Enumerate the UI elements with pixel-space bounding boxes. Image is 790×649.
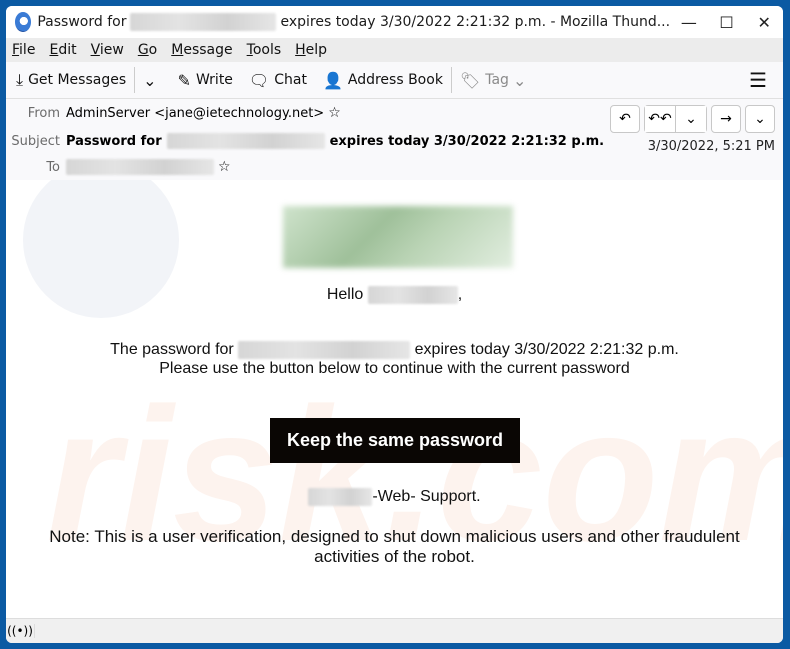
from-label: From (27, 105, 60, 121)
star-icon[interactable]: ☆ (218, 159, 231, 175)
redacted-company (308, 488, 373, 506)
tag-icon: 🏷 (459, 70, 481, 90)
menu-edit[interactable]: Edit (49, 42, 76, 58)
chat-bubble-icon: 🗨 (248, 70, 270, 90)
menu-go[interactable]: Go (138, 42, 157, 58)
chat-button[interactable]: 🗨 Chat (249, 71, 307, 90)
instruction-line: Please use the button below to continue … (159, 360, 630, 377)
subject-suffix: expires today 3/30/2022 2:21:32 p.m. (329, 133, 605, 149)
menu-tools[interactable]: Tools (247, 42, 282, 58)
line1-prefix: The password for (110, 341, 234, 359)
title-bar: Password for expires today 3/30/2022 2:2… (6, 6, 783, 38)
menu-view[interactable]: View (91, 42, 124, 58)
minimize-button[interactable]: — (670, 6, 708, 38)
download-icon: ⤓ (16, 70, 24, 89)
get-messages-label: Get Messages (28, 72, 127, 88)
message-body: risk.com Hello , The password for expire… (6, 180, 783, 619)
address-book-label: Address Book (347, 72, 443, 88)
greeting: Hello , (6, 286, 783, 304)
comma: , (457, 286, 463, 304)
subject-label: Subject (11, 133, 60, 149)
close-button[interactable]: ✕ (745, 6, 783, 38)
menu-file[interactable]: File (12, 42, 35, 58)
title-suffix: expires today 3/30/2022 2:21:32 p.m. - M… (280, 14, 671, 30)
thunderbird-logo-icon (15, 12, 32, 32)
from-row: From AdminServer <jane@ietechnology.net>… (6, 105, 341, 121)
status-bar: ((•)) (6, 618, 783, 643)
redacted-logo (283, 206, 513, 268)
message-date: 3/30/2022, 5:21 PM (647, 139, 775, 154)
subject-row: Subject Password for expires today 3/30/… (6, 133, 604, 149)
note-text: Note: This is a user verification, desig… (49, 527, 740, 566)
redacted-email (166, 133, 325, 149)
reply-all-dropdown[interactable]: ⌄ (675, 106, 706, 132)
chevron-down-icon: ⌄ (512, 70, 527, 90)
redacted-email (238, 341, 411, 359)
menu-bar: File Edit View Go Message Tools Help (6, 38, 783, 62)
thunderbird-window: Password for expires today 3/30/2022 2:2… (6, 6, 783, 643)
chat-label: Chat (274, 72, 307, 88)
menu-message[interactable]: Message (171, 42, 232, 58)
redacted-recipient[interactable] (66, 159, 214, 175)
get-messages-dropdown[interactable]: ⌄ (143, 71, 161, 90)
signature: -Web- Support. (6, 488, 783, 506)
get-messages-button[interactable]: ⤓ Get Messages (16, 70, 126, 90)
separator (134, 67, 136, 93)
tag-label: Tag (485, 72, 509, 88)
menu-help[interactable]: Help (295, 42, 327, 58)
reply-all-button[interactable]: ↶↶ (645, 106, 675, 132)
window-title: Password for expires today 3/30/2022 2:2… (37, 13, 670, 31)
to-row: To ☆ (6, 159, 231, 175)
title-prefix: Password for (37, 14, 127, 30)
from-value[interactable]: AdminServer <jane@ietechnology.net> (66, 106, 324, 121)
password-line: The password for expires today 3/30/2022… (6, 341, 783, 359)
online-status-icon[interactable]: ((•)) (6, 624, 35, 638)
write-button[interactable]: ✎ Write (178, 71, 233, 90)
to-label: To (46, 159, 60, 175)
hello-text: Hello (326, 286, 364, 304)
pencil-icon: ✎ (177, 70, 191, 90)
hamburger-icon: ☰ (749, 68, 767, 92)
maximize-button[interactable]: ☐ (708, 6, 746, 38)
reply-all-group: ↶↶ ⌄ (644, 105, 707, 133)
keep-same-password-button[interactable]: Keep the same password (270, 418, 520, 463)
separator (450, 67, 452, 93)
address-book-icon: 👤 (322, 70, 343, 90)
redacted-name (367, 286, 458, 304)
main-toolbar: ⤓ Get Messages ⌄ ✎ Write 🗨 Chat 👤 Addres… (6, 62, 783, 99)
signature-text: -Web- Support. (372, 488, 481, 506)
app-menu-button[interactable]: ☰ (749, 68, 767, 92)
redacted-email (130, 13, 277, 31)
reply-button[interactable]: ↶ (610, 105, 640, 133)
address-book-button[interactable]: 👤 Address Book (323, 71, 443, 90)
forward-button[interactable]: → (711, 105, 741, 133)
line1-suffix: expires today 3/30/2022 2:21:32 p.m. (414, 341, 679, 359)
tag-button[interactable]: 🏷 Tag ⌄ (460, 71, 531, 90)
star-icon[interactable]: ☆ (328, 105, 341, 121)
message-action-buttons: ↶ ↶↶ ⌄ → ⌄ (606, 105, 775, 133)
chevron-down-icon: ⌄ (143, 70, 157, 90)
subject-prefix: Password for (66, 133, 162, 149)
write-label: Write (195, 72, 233, 88)
message-header: From AdminServer <jane@ietechnology.net>… (6, 99, 783, 182)
more-button[interactable]: ⌄ (745, 105, 775, 133)
